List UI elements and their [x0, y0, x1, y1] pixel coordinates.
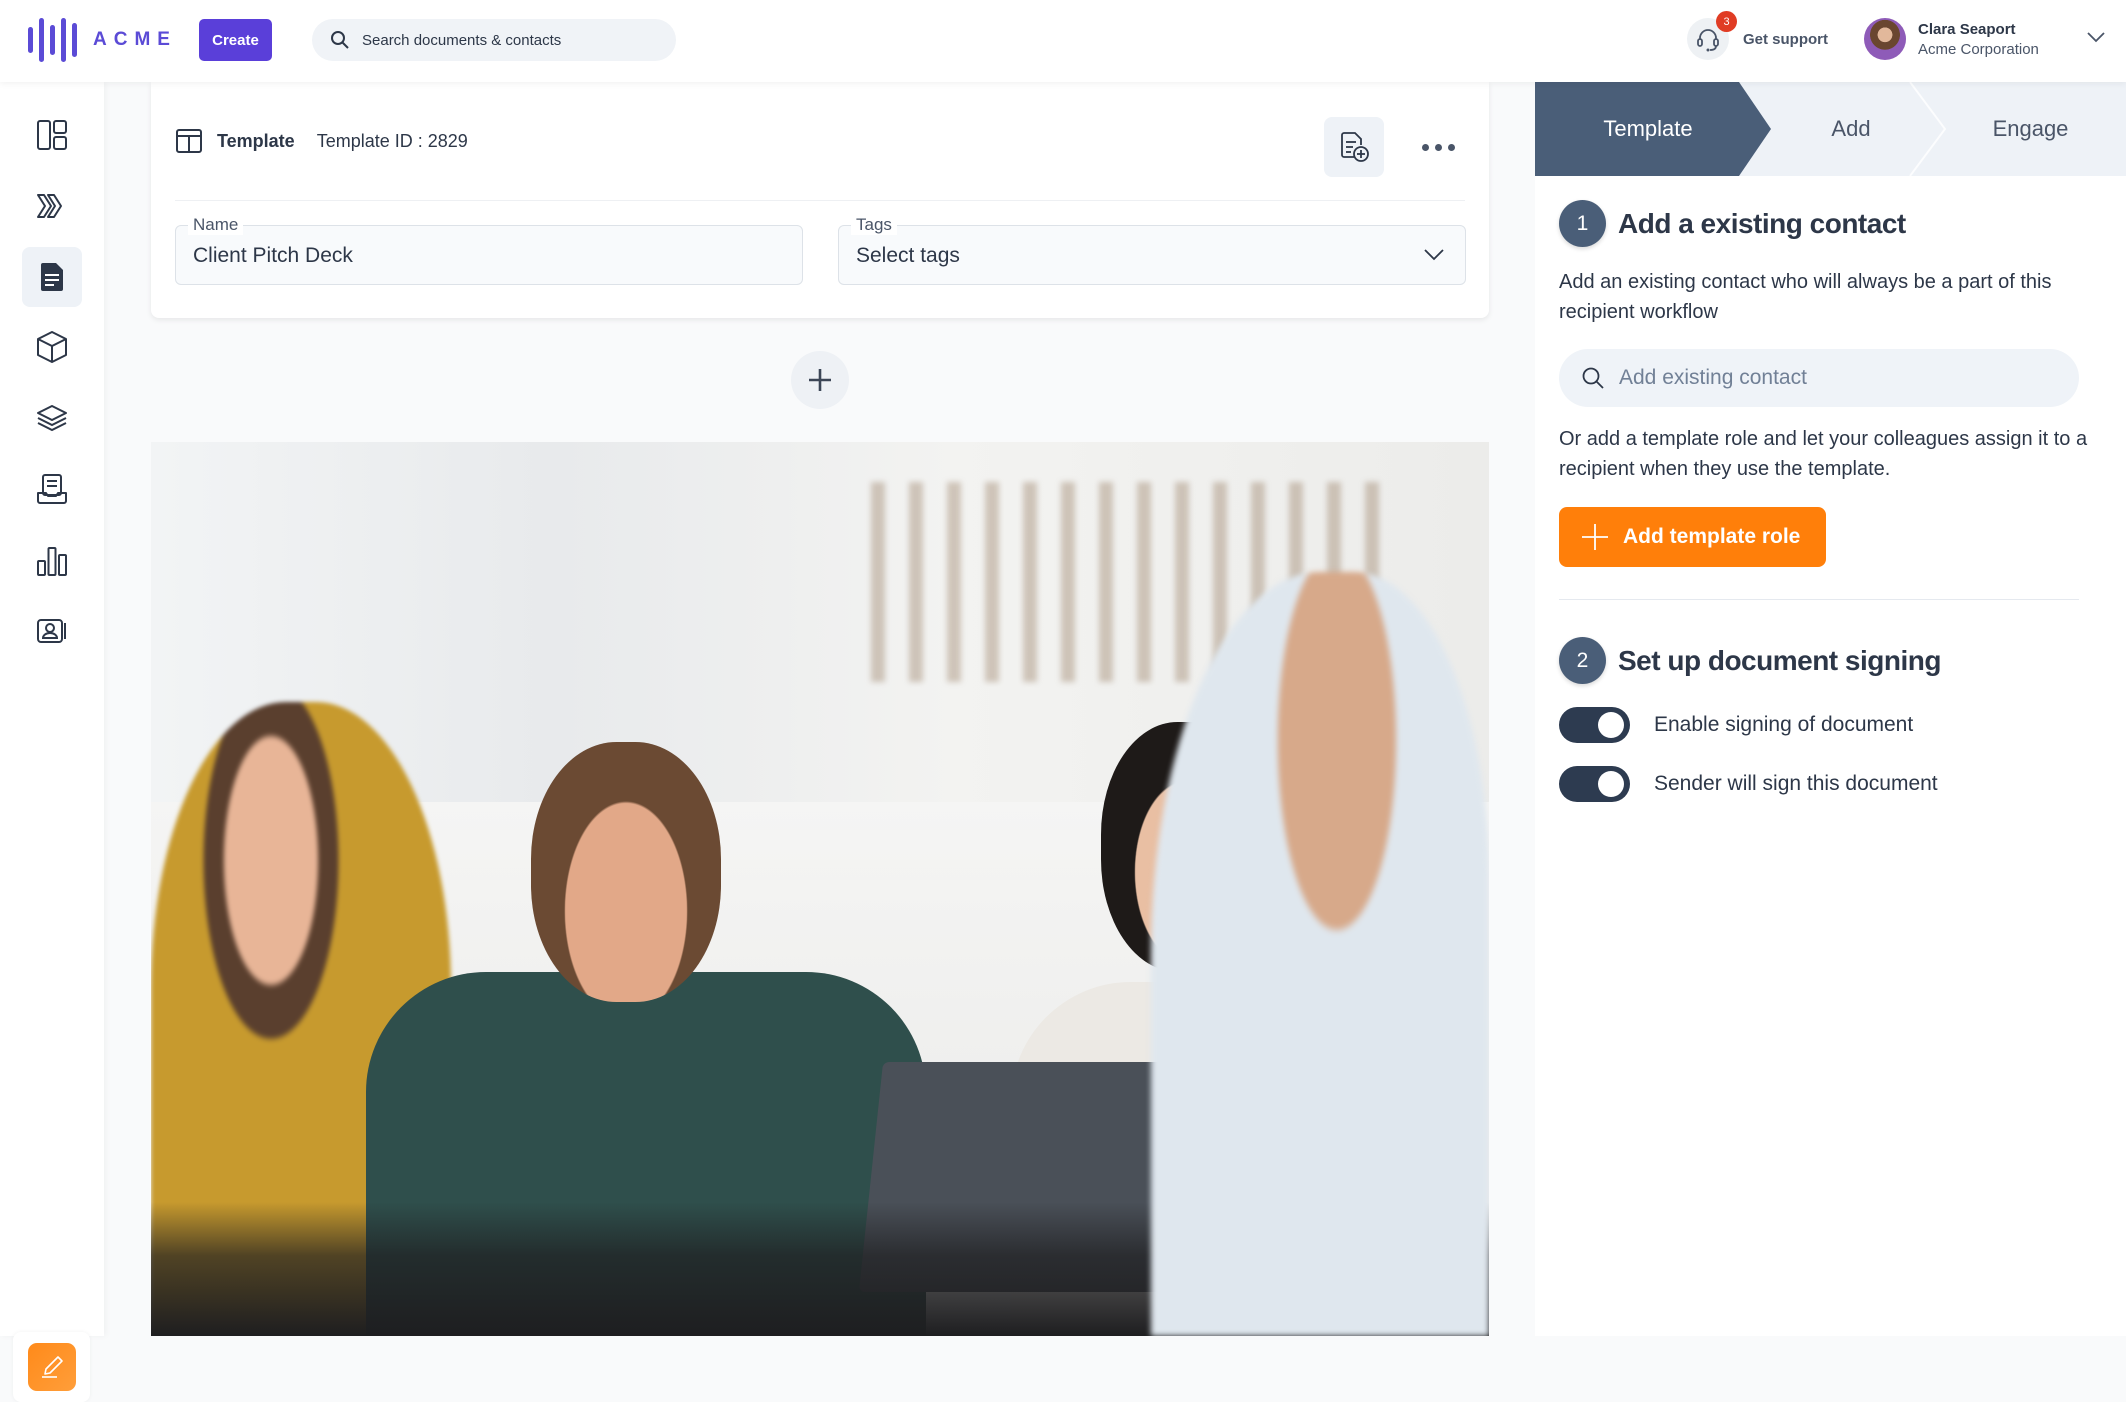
contact-search-input[interactable]: [1619, 366, 2059, 390]
card-title: Template: [217, 130, 295, 151]
add-template-role-button[interactable]: Add template role: [1559, 507, 1826, 567]
sender-sign-row: Sender will sign this document: [1559, 766, 1938, 802]
user-menu[interactable]: Clara Seaport Acme Corporation: [1864, 18, 2039, 60]
section-1-description: Add an existing contact who will always …: [1559, 271, 2052, 323]
cube-icon: [37, 331, 67, 363]
contact-card-icon: [37, 619, 66, 643]
logo-icon: [28, 18, 77, 62]
sidebar-item-contacts[interactable]: [22, 601, 82, 661]
enable-signing-label: Enable signing of document: [1654, 713, 1914, 736]
panel-divider: [1559, 599, 2079, 600]
sidebar-item-reports[interactable]: [22, 531, 82, 591]
avatar: [1864, 18, 1906, 60]
search-icon: [331, 31, 349, 49]
quick-sign-container: [13, 1332, 90, 1402]
add-template-role-label: Add template role: [1623, 525, 1801, 548]
card-divider: [175, 200, 1465, 201]
step-add[interactable]: Add: [1771, 82, 1931, 176]
stepper: Template Add Engage: [1535, 82, 2126, 176]
dashboard-icon: [37, 120, 67, 150]
top-header: ACME Create 3 Get support Clara Seaport …: [0, 0, 2126, 82]
workflow-panel: Template Add Engage 1 Add a existing con…: [1535, 82, 2126, 1336]
sidebar-item-workflows[interactable]: [22, 176, 82, 236]
template-role-description: Or add a template role and let your coll…: [1559, 428, 2088, 480]
sidebar-item-products[interactable]: [22, 317, 82, 377]
notification-badge: 3: [1716, 11, 1737, 32]
step-template[interactable]: Template: [1535, 82, 1761, 176]
tags-select[interactable]: Tags Select tags: [838, 215, 1466, 285]
chevron-down-icon: [1424, 249, 1444, 261]
tags-label: Tags: [851, 215, 897, 235]
section-2-header: 2 Set up document signing: [1559, 637, 1941, 684]
step-engage[interactable]: Engage: [1935, 82, 2126, 176]
search-icon: [1582, 367, 1604, 389]
enable-signing-row: Enable signing of document: [1559, 707, 1913, 743]
tags-placeholder: Select tags: [856, 244, 960, 267]
user-org: Acme Corporation: [1918, 40, 2039, 58]
chevron-down-icon[interactable]: [2086, 30, 2106, 44]
name-value[interactable]: Client Pitch Deck: [193, 244, 353, 268]
add-document-button[interactable]: [1324, 117, 1384, 177]
add-section-button[interactable]: [791, 351, 849, 409]
step-number-1: 1: [1559, 200, 1606, 247]
global-search[interactable]: [312, 19, 676, 61]
sidebar-item-dashboard[interactable]: [22, 105, 82, 165]
pen-icon: [41, 1356, 63, 1378]
plus-icon: [1582, 524, 1608, 550]
step-number-2: 2: [1559, 637, 1606, 684]
acme-logo[interactable]: ACME: [28, 18, 177, 62]
search-input[interactable]: [362, 31, 662, 49]
section-1-title: Add a existing contact: [1618, 207, 1906, 239]
sidebar-item-documents[interactable]: [22, 247, 82, 307]
sidebar-item-inbox[interactable]: [22, 459, 82, 519]
section-1-header: 1 Add a existing contact: [1559, 200, 1906, 247]
template-layout-icon: [176, 129, 202, 153]
document-add-icon: [1341, 132, 1369, 162]
inbox-icon: [37, 474, 67, 504]
bar-chart-icon: [37, 547, 67, 576]
quick-sign-button[interactable]: [27, 1343, 76, 1391]
logo-text: ACME: [93, 29, 177, 50]
sender-sign-label: Sender will sign this document: [1654, 772, 1938, 795]
user-name: Clara Seaport: [1918, 20, 2016, 38]
document-icon: [41, 263, 63, 291]
template-id: Template ID : 2829: [316, 130, 468, 151]
enable-signing-toggle[interactable]: [1559, 707, 1630, 743]
support-label: Get support: [1743, 30, 1828, 48]
more-dots-icon: [1421, 143, 1429, 151]
layers-icon: [37, 405, 67, 432]
contact-search[interactable]: [1559, 349, 2079, 407]
sidebar: [0, 82, 104, 1402]
get-support-button[interactable]: 3 Get support: [1687, 11, 1828, 60]
sender-sign-toggle[interactable]: [1559, 766, 1630, 802]
create-button[interactable]: Create: [199, 19, 272, 61]
document-cover-image: [151, 442, 1489, 1336]
section-2-title: Set up document signing: [1618, 644, 1941, 676]
sidebar-item-layers[interactable]: [22, 388, 82, 448]
more-options-button[interactable]: [1413, 132, 1463, 162]
name-label: Name: [188, 215, 244, 235]
chevrons-icon: [37, 194, 62, 218]
name-field[interactable]: Name Client Pitch Deck: [175, 215, 803, 285]
plus-icon: [809, 369, 831, 391]
template-card: Template Template ID : 2829 Name Client …: [151, 82, 1489, 318]
headset-icon: 3: [1687, 11, 1737, 60]
